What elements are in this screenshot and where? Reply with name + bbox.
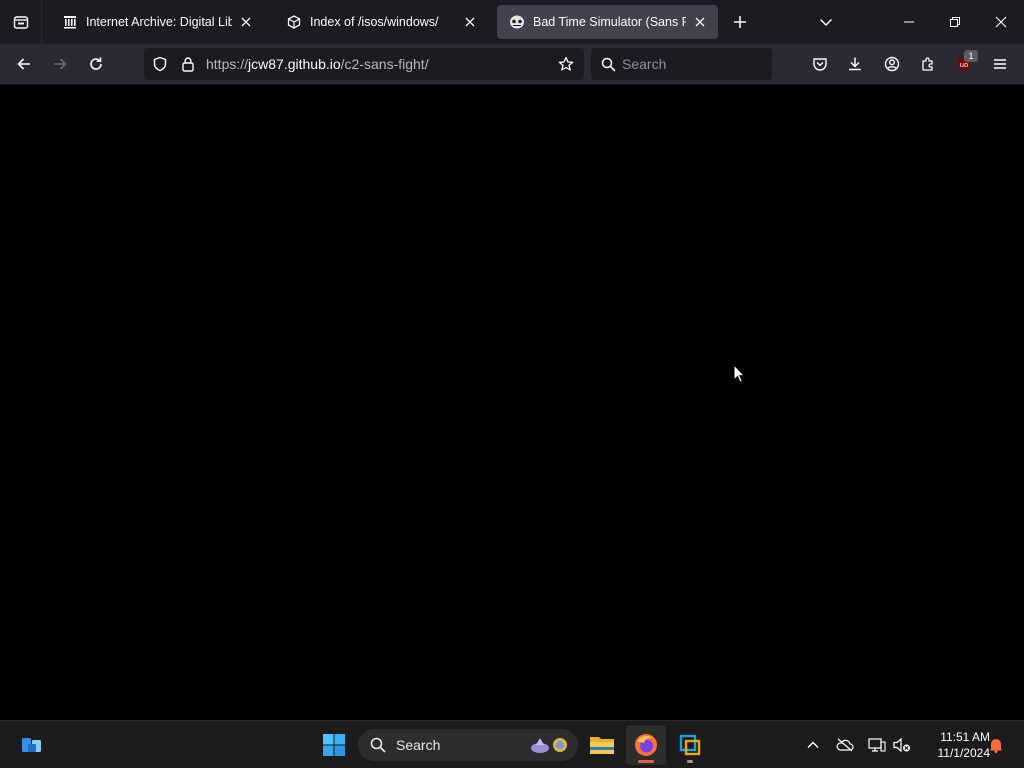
firefox-icon (635, 734, 657, 756)
account-icon (884, 56, 900, 72)
downloads-button[interactable] (840, 50, 870, 78)
volume-muted-icon (893, 737, 910, 753)
tab-title: Internet Archive: Digital Library (86, 15, 232, 29)
bookmark-star-icon[interactable] (552, 48, 580, 80)
close-tab-icon[interactable] (462, 14, 478, 30)
taskbar: Search 11:51 AM 11/1/2024 (0, 720, 1024, 768)
ublock-origin-button[interactable]: uo 1 (949, 50, 979, 78)
search-input[interactable] (622, 56, 762, 72)
lock-icon[interactable] (174, 48, 202, 80)
search-highlight-icon (531, 738, 567, 753)
pocket-button[interactable] (805, 50, 835, 78)
system-clock[interactable]: 11:51 AM 11/1/2024 (916, 729, 991, 761)
forward-button[interactable] (45, 50, 75, 78)
url-text[interactable]: https://jcw87.github.io/c2-sans-fight/ (206, 56, 552, 72)
url-path: /c2-sans-fight/ (340, 56, 429, 72)
onedrive-tray-icon[interactable] (833, 733, 857, 757)
firefox-view-icon (13, 16, 28, 29)
file-explorer-icon (590, 737, 614, 754)
start-button[interactable] (314, 725, 354, 765)
hamburger-menu-icon (994, 59, 1006, 69)
show-hidden-icons-button[interactable] (801, 733, 825, 757)
chevron-down-icon (819, 18, 833, 27)
arrow-right-icon (54, 58, 67, 70)
restore-button[interactable] (932, 0, 978, 44)
pocket-icon (813, 58, 827, 71)
firefox-view-button[interactable] (0, 0, 42, 44)
windows-logo-icon (323, 734, 345, 756)
running-app-indicator (687, 760, 693, 763)
list-all-tabs-button[interactable] (812, 9, 840, 35)
svg-text:uo: uo (960, 61, 969, 69)
url-host: jcw87.github.io (248, 56, 341, 72)
app-menu-button[interactable] (985, 50, 1015, 78)
puzzle-icon (922, 57, 933, 71)
widgets-button[interactable] (12, 725, 52, 765)
widgets-icon (22, 738, 41, 752)
taskbar-firefox[interactable] (626, 725, 666, 765)
tab-bad-time-simulator[interactable]: Bad Time Simulator (Sans Fight (497, 5, 718, 39)
download-icon (849, 57, 861, 71)
tab-index-isos[interactable]: Index of /isos/windows/ (274, 5, 488, 39)
extensions-button[interactable] (913, 50, 943, 78)
new-tab-button[interactable] (726, 9, 754, 35)
notification-center-button[interactable] (984, 733, 1008, 757)
close-tab-icon[interactable] (238, 14, 254, 30)
minimize-icon (904, 21, 914, 23)
plus-icon (734, 16, 746, 28)
network-tray-icon[interactable] (865, 733, 889, 757)
tracking-protection-icon[interactable] (146, 48, 174, 80)
close-tab-icon[interactable] (692, 14, 708, 30)
clock-date: 11/1/2024 (937, 746, 991, 760)
virtualbox-icon (679, 734, 701, 756)
taskbar-search-box[interactable]: Search (358, 729, 578, 761)
library-icon (62, 14, 78, 30)
navigation-toolbar: https://jcw87.github.io/c2-sans-fight/ S… (0, 44, 1024, 85)
url-scheme: https:// (206, 56, 249, 72)
tab-title: Index of /isos/windows/ (310, 15, 439, 29)
page-icon (286, 14, 302, 30)
reload-button[interactable] (81, 50, 111, 78)
tab-internet-archive[interactable]: Internet Archive: Digital Library (50, 5, 264, 39)
restore-icon (950, 17, 960, 27)
onedrive-off-icon (836, 738, 854, 752)
chevron-up-icon (807, 741, 819, 748)
tab-title: Bad Time Simulator (Sans Fight (533, 15, 686, 29)
arrow-left-icon (17, 58, 30, 70)
network-icon (868, 738, 886, 752)
skull-icon (509, 14, 525, 30)
active-app-indicator (638, 760, 654, 763)
search-bar[interactable] (591, 48, 772, 80)
notification-bell-icon (989, 739, 1003, 753)
page-content[interactable] (0, 85, 1024, 720)
extension-badge: 1 (964, 50, 978, 62)
taskbar-virtualbox[interactable] (670, 725, 710, 765)
taskbar-search-label: Search (396, 737, 441, 753)
close-icon (995, 16, 1007, 28)
close-window-button[interactable] (978, 0, 1024, 44)
account-button[interactable] (877, 50, 907, 78)
minimize-button[interactable] (886, 0, 932, 44)
search-icon (601, 57, 616, 72)
search-icon (370, 737, 386, 753)
back-button[interactable] (9, 50, 39, 78)
volume-tray-icon[interactable] (890, 733, 914, 757)
url-bar[interactable]: https://jcw87.github.io/c2-sans-fight/ (144, 48, 584, 80)
reload-icon (90, 57, 102, 70)
clock-time: 11:51 AM (940, 730, 990, 744)
mouse-cursor-icon (733, 364, 745, 383)
tab-strip: Internet Archive: Digital Library Index … (0, 0, 1024, 44)
taskbar-file-explorer[interactable] (582, 725, 622, 765)
